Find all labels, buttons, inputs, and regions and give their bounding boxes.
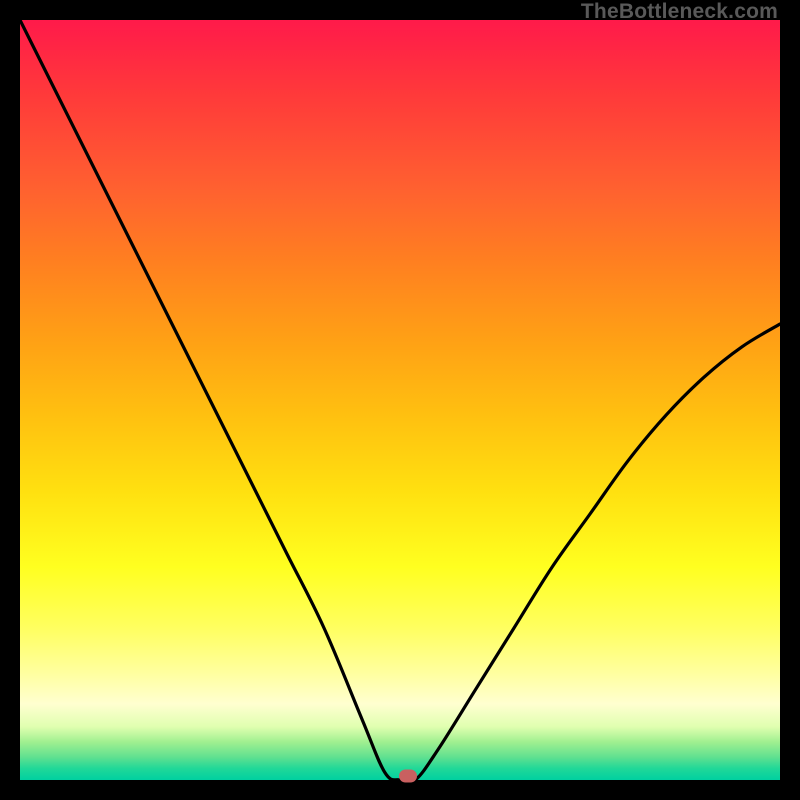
bottleneck-curve (20, 20, 780, 780)
curve-svg (20, 20, 780, 780)
plot-area (20, 20, 780, 780)
chart-container: TheBottleneck.com (0, 0, 800, 800)
optimum-marker (399, 770, 417, 783)
